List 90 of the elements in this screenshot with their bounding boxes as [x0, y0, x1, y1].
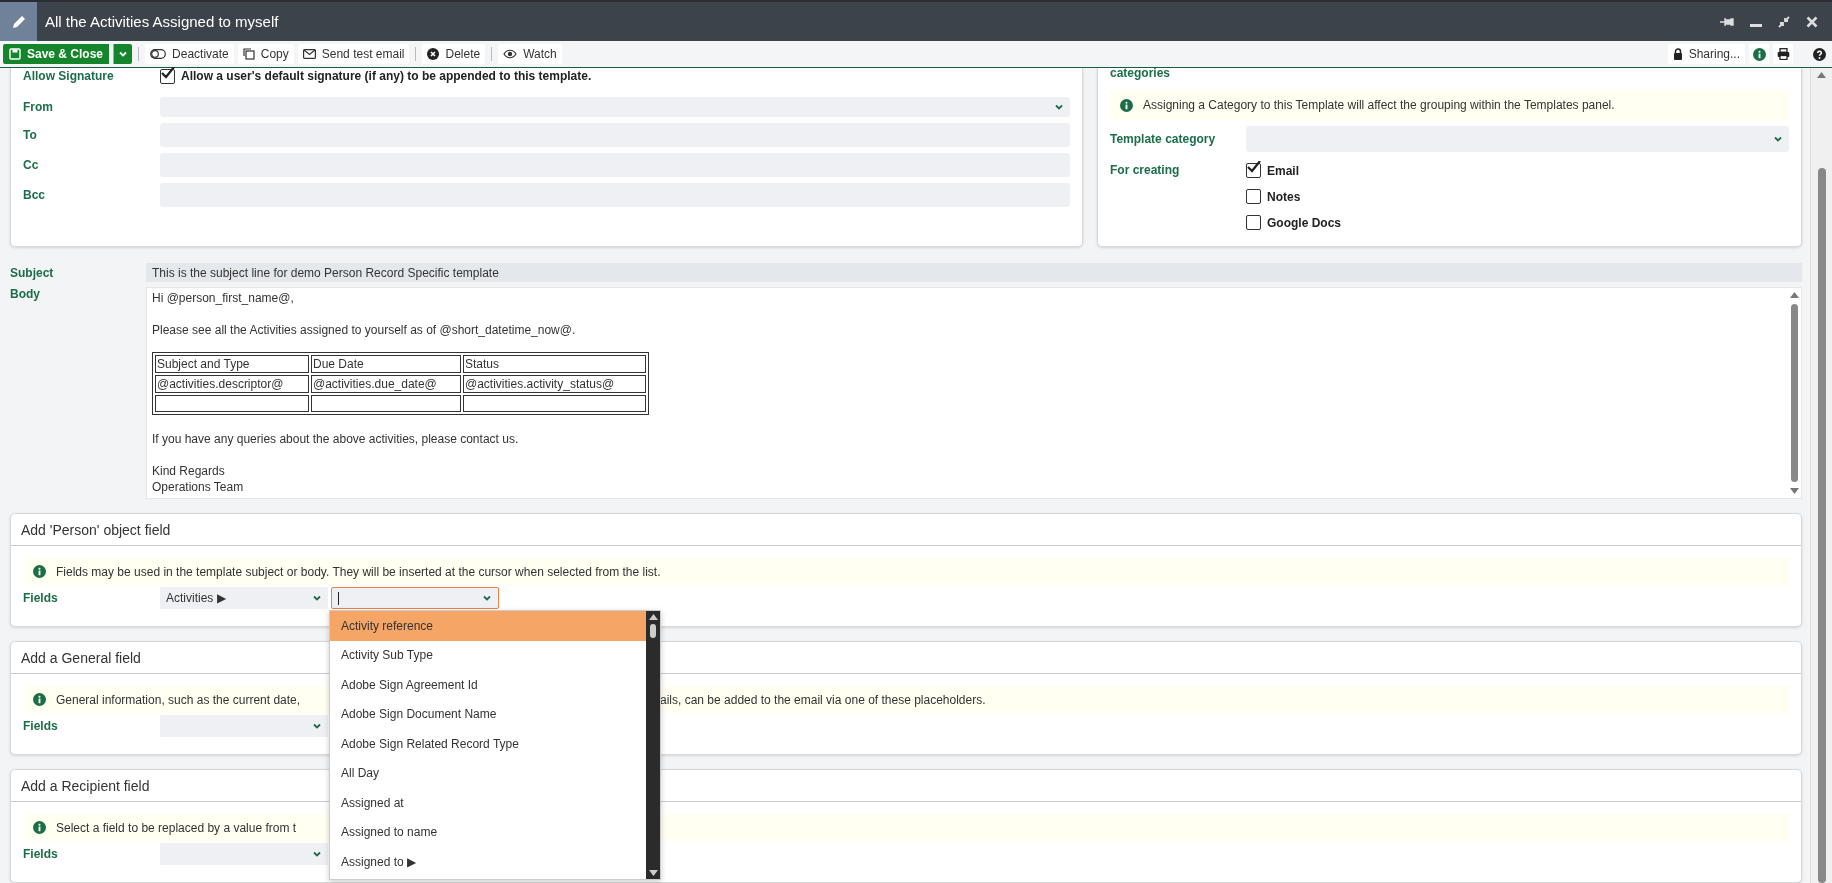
toolbar-button[interactable]: Deactivate: [145, 44, 234, 64]
checkbox-label: Notes: [1267, 189, 1301, 204]
field-label: Cc: [23, 158, 40, 172]
select-field[interactable]: [160, 843, 328, 865]
sharing-button[interactable]: Sharing...: [1667, 44, 1745, 64]
info-text: General information, such as the current date,: [56, 692, 301, 707]
field-label: Template category: [1110, 132, 1217, 146]
print-icon: [1776, 48, 1790, 60]
field-label: Fields: [23, 719, 59, 733]
field-label: Bcc: [23, 188, 46, 202]
info-icon: [1120, 98, 1133, 112]
field-label: Fields: [23, 847, 59, 861]
checkbox[interactable]: [1246, 189, 1261, 204]
scroll-down-icon[interactable]: [1789, 488, 1799, 494]
chevron-down-icon: [312, 593, 322, 603]
help-icon: [1812, 47, 1826, 61]
scroll-up-icon[interactable]: [648, 614, 658, 620]
save-close-button[interactable]: Save & Close: [3, 44, 110, 64]
table-cell: @activities.activity_status@: [463, 375, 646, 393]
info-text: ails, can be added to the email via one of these placeholders.: [660, 692, 986, 707]
checkbox-label: Email: [1267, 163, 1299, 178]
field-label: From: [23, 100, 54, 114]
checkbox[interactable]: [1246, 215, 1261, 230]
chevron-down-icon: [312, 721, 322, 731]
field-label: To: [23, 128, 38, 142]
checkbox[interactable]: [160, 68, 175, 84]
save-icon: [9, 48, 21, 60]
select-field[interactable]: Activities ▶: [160, 587, 328, 609]
info-icon: [33, 565, 46, 578]
table-cell: @activities.due_date@: [311, 375, 461, 393]
envelope-icon: [302, 49, 316, 59]
scrollbar-thumb[interactable]: [650, 624, 656, 638]
info-text: Select a field to be replaced by a value from t: [56, 820, 297, 835]
table-cell: @activities.descriptor@: [155, 375, 309, 393]
table-header-cell: Status: [463, 355, 646, 373]
toolbar-button[interactable]: Delete: [422, 44, 486, 64]
chevron-down-icon: [1054, 102, 1064, 112]
field-label: Body: [10, 287, 41, 301]
field-label: Subject: [10, 265, 55, 280]
body-text: If you have any queries about the above activities, please contact us.: [152, 431, 520, 447]
field-label: Allow Signature: [23, 69, 115, 83]
eye-icon: [503, 49, 518, 59]
print-button[interactable]: [1773, 44, 1793, 64]
section-title: Add 'Person' object field: [11, 514, 1801, 546]
info-icon: [1752, 47, 1766, 61]
table-header-cell: Due Date: [311, 355, 461, 373]
body-text: Kind Regards: [152, 463, 226, 479]
scrollbar-thumb[interactable]: [1790, 304, 1798, 482]
lock-icon: [1672, 48, 1683, 60]
info-text: Assigning a Category to this Template will affect the grouping within the Templates panel.: [1143, 98, 1615, 112]
copy-icon: [242, 48, 255, 60]
checkbox-label: Allow a user's default signature (if any) to be appended to this template.: [181, 69, 592, 83]
field-label: For creating: [1110, 163, 1181, 177]
select-field[interactable]: [1246, 126, 1789, 152]
scroll-up-icon[interactable]: [1817, 72, 1826, 78]
body-text: Please see all the Activities assigned to yourself as of @short_datetime_now@.: [152, 322, 577, 338]
table-header-cell: Subject and Type: [155, 355, 309, 373]
window-title: All the Activities Assigned to myself: [45, 13, 280, 30]
checkbox[interactable]: [1246, 163, 1261, 178]
select-field[interactable]: [160, 97, 1070, 117]
save-options-button[interactable]: [113, 44, 133, 64]
chevron-down-icon: [118, 49, 129, 59]
select-field[interactable]: [331, 587, 499, 609]
chevron-down-icon: [312, 849, 322, 859]
delete-icon: [427, 48, 440, 60]
body-text: Operations Team: [152, 479, 245, 495]
subject-field[interactable]: This is the subject line for demo Person Record Specific template: [146, 263, 1802, 282]
toolbar-button[interactable]: Watch: [498, 44, 562, 64]
info-button[interactable]: [1749, 44, 1769, 64]
field-label: Fields: [23, 591, 59, 605]
checkbox-label: Google Docs: [1267, 215, 1341, 230]
scroll-up-icon[interactable]: [1789, 292, 1799, 298]
toolbar-button[interactable]: Send test email: [297, 44, 410, 64]
info-text: Fields may be used in the template subject or body. They will be inserted at the cursor when selected from the list.: [56, 564, 661, 579]
scroll-down-icon[interactable]: [648, 870, 658, 876]
chevron-down-icon: [482, 593, 492, 603]
scrollbar[interactable]: [646, 611, 660, 879]
scrollbar-thumb[interactable]: [1817, 168, 1826, 883]
shrink-icon[interactable]: [1778, 15, 1790, 28]
close-icon[interactable]: [1806, 15, 1818, 28]
scrollbar[interactable]: [1810, 68, 1832, 883]
chevron-down-icon: [1773, 134, 1783, 144]
toolbar-button[interactable]: Copy: [237, 44, 294, 64]
body-text: Hi @person_first_name@,: [152, 290, 295, 306]
body-editor[interactable]: [146, 287, 1802, 499]
pin-icon[interactable]: [1720, 16, 1734, 27]
toggle-icon: [150, 49, 167, 59]
select-field[interactable]: [160, 715, 328, 737]
dropdown-item[interactable]: Activity reference: [330, 611, 646, 641]
field-label: categories: [1110, 68, 1172, 78]
